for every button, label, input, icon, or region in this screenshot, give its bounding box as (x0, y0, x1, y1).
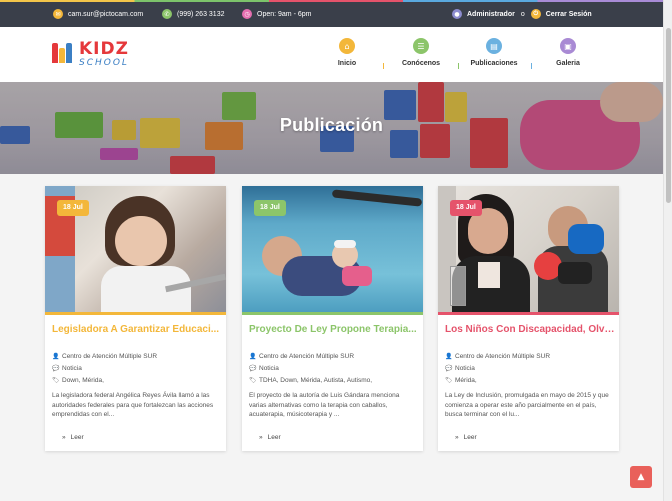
read-more-label: Leer (70, 433, 84, 441)
read-more-link[interactable]: » Leer (455, 434, 619, 441)
tags-text[interactable]: TDHA, Down, Mérida, Autista, Autismo, (259, 377, 372, 384)
post-tags: 🏷 Mérida, (445, 377, 619, 384)
post-image[interactable]: 18 Jul (242, 186, 423, 312)
chevron-right-icon: » (62, 433, 66, 441)
user-icon: 👤 (445, 353, 453, 360)
logout-link[interactable]: Cerrar Sesión (546, 11, 592, 18)
user-icon: 👤 (249, 353, 257, 360)
tags-text[interactable]: Down, Mérida, (62, 377, 104, 384)
post-category: 💬 Noticia (445, 365, 619, 372)
accent-bar (242, 312, 423, 315)
nav-divider (383, 63, 384, 69)
post-tags: 🏷 Down, Mérida, (52, 377, 226, 384)
post-card[interactable]: 18 Jul Legisladora A Garantizar Educaci.… (45, 186, 226, 451)
post-author: 👤 Centro de Atención Múltiple SUR (445, 353, 619, 360)
post-image[interactable]: 18 Jul (45, 186, 226, 312)
post-excerpt: La legisladora federal Angélica Reyes Áv… (52, 392, 214, 418)
nav-publicaciones[interactable]: ▤ Publicaciones (459, 38, 529, 67)
post-image[interactable]: 18 Jul (438, 186, 619, 312)
back-to-top-button[interactable]: ▲ (630, 466, 652, 488)
author-text: Centro de Atención Múltiple SUR (455, 353, 551, 360)
post-title[interactable]: Proyecto De Ley Propone Terapia... (249, 324, 419, 335)
accent-bar (45, 312, 226, 315)
page-title: Publicación (279, 115, 384, 135)
date-badge: 18 Jul (254, 200, 286, 216)
comment-icon: 💬 (249, 365, 257, 372)
post-tags: 🏷 TDHA, Down, Mérida, Autista, Autismo, (249, 377, 423, 384)
post-author: 👤 Centro de Atención Múltiple SUR (52, 353, 226, 360)
date-badge: 18 Jul (450, 200, 482, 216)
read-more-label: Leer (463, 433, 477, 441)
email-contact[interactable]: ✉ cam.sur@pictocam.com (53, 9, 143, 19)
read-more-label: Leer (267, 433, 281, 441)
post-card[interactable]: 18 Jul Los Niños Con Discapacidad, Olvid… (438, 186, 619, 451)
nav-divider (531, 63, 532, 69)
clock-icon: ◷ (242, 9, 252, 19)
author-text: Centro de Atención Múltiple SUR (62, 353, 158, 360)
account-links: ● Administrador o ⏻ Cerrar Sesión (452, 9, 592, 19)
post-title[interactable]: Los Niños Con Discapacidad, Olvid... (445, 324, 615, 335)
list-icon: ☰ (413, 38, 429, 54)
category-text[interactable]: Noticia (62, 365, 82, 372)
read-more-link[interactable]: » Leer (259, 434, 423, 441)
nav-label: Conócenos (401, 60, 441, 67)
category-text[interactable]: Noticia (455, 365, 475, 372)
email-text: cam.sur@pictocam.com (68, 10, 144, 18)
logout-icon: ⏻ (530, 9, 541, 19)
read-more-link[interactable]: » Leer (62, 434, 226, 441)
nav-label: Galeria (556, 60, 580, 67)
post-excerpt: El proyecto de la autoría de Luis Gándar… (249, 392, 400, 418)
nav-inicio[interactable]: ⌂ Inicio (312, 38, 382, 67)
chevron-right-icon: » (455, 433, 459, 441)
comment-icon: 💬 (445, 365, 453, 372)
date-badge: 18 Jul (57, 200, 89, 216)
nav-label: Publicaciones (470, 60, 518, 67)
page-scrollbar[interactable] (663, 0, 672, 501)
author-text: Centro de Atención Múltiple SUR (259, 353, 355, 360)
post-author: 👤 Centro de Atención Múltiple SUR (249, 353, 423, 360)
envelope-icon: ✉ (53, 9, 63, 19)
arrow-up-icon: ▲ (637, 472, 645, 482)
user-icon: 👤 (52, 353, 60, 360)
post-excerpt: La Ley de Inclusión, promulgada en mayo … (445, 392, 609, 418)
post-title[interactable]: Legisladora A Garantizar Educaci... (52, 324, 222, 335)
top-bar: ✉ cam.sur@pictocam.com ✆ (999) 263 3132 … (0, 0, 672, 27)
logo-text-school: SCHOOL (79, 58, 129, 68)
site-header: KIDZ SCHOOL ⌂ Inicio ☰ Conócenos ▤ Publi… (0, 27, 672, 82)
tag-icon: 🏷 (52, 377, 60, 384)
phone-icon: ✆ (162, 9, 172, 19)
chevron-right-icon: » (259, 433, 263, 441)
nav-label: Inicio (337, 60, 357, 67)
post-card[interactable]: 18 Jul Proyecto De Ley Propone Terapia..… (242, 186, 423, 451)
logo-text-kidz: KIDZ (79, 39, 129, 59)
hours-text: Open: 9am - 6pm (257, 10, 312, 18)
post-category: 💬 Noticia (249, 365, 423, 372)
logo-mark-icon (52, 41, 74, 63)
image-icon: ▣ (560, 38, 576, 54)
phone-contact[interactable]: ✆ (999) 263 3132 (162, 9, 224, 19)
hero-banner: Publicación (0, 82, 663, 174)
category-text[interactable]: Noticia (259, 365, 279, 372)
admin-link[interactable]: Administrador (467, 11, 515, 18)
opening-hours: ◷ Open: 9am - 6pm (242, 9, 311, 19)
home-icon: ⌂ (339, 38, 355, 54)
comment-icon: 💬 (52, 365, 60, 372)
document-icon: ▤ (486, 38, 502, 54)
tags-text[interactable]: Mérida, (455, 377, 477, 384)
tag-icon: 🏷 (249, 377, 257, 384)
nav-conocenos[interactable]: ☰ Conócenos (386, 38, 456, 67)
scrollbar-thumb[interactable] (666, 28, 671, 203)
tag-icon: 🏷 (445, 377, 453, 384)
post-category: 💬 Noticia (52, 365, 226, 372)
or-separator: o (520, 10, 525, 18)
accent-bar (438, 312, 619, 315)
color-strip (0, 0, 672, 2)
nav-galeria[interactable]: ▣ Galeria (533, 38, 603, 67)
phone-text: (999) 263 3132 (177, 10, 225, 18)
site-logo[interactable]: KIDZ SCHOOL (52, 41, 129, 68)
user-icon: ● (452, 9, 462, 19)
